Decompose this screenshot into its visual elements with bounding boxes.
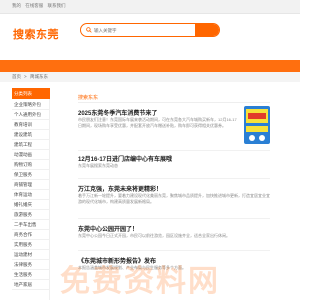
- article-item: 2025东莞冬季汽车消费节来了 市民朋友们注意！东莞国际车展来袭活动期间，可在东…: [78, 106, 270, 152]
- article-title[interactable]: 万江克强，东莞未来将更精彩！: [78, 184, 162, 193]
- sidebar-item[interactable]: 教育培训: [12, 120, 50, 130]
- sidebar-item[interactable]: 生活服务: [12, 270, 50, 280]
- search-icon: [86, 27, 92, 33]
- main-navbar: [0, 60, 300, 72]
- breadcrumb-home[interactable]: 首页: [12, 74, 21, 80]
- topbar-link-mine[interactable]: 我的: [12, 3, 21, 8]
- article-divider: [78, 150, 270, 151]
- sidebar-item[interactable]: 建设建筑: [12, 130, 50, 140]
- article-title[interactable]: 东莞中心公园开园了！: [78, 224, 138, 233]
- sidebar-item[interactable]: 实用服务: [12, 240, 50, 250]
- search-box: [80, 23, 220, 37]
- category-sidebar: 分类列表 企业策略外包 个人通用外包 教育培训 建设建筑 建筑工程 动漫动画 购…: [12, 88, 50, 300]
- sidebar-item[interactable]: 法律服务: [12, 260, 50, 270]
- breadcrumb: 首页 > 简城东东: [0, 72, 300, 82]
- section-title: 搜索东东: [78, 95, 99, 101]
- section-divider: [78, 102, 270, 103]
- site-logo[interactable]: 搜索东莞: [13, 26, 59, 42]
- breadcrumb-current: 简城东东: [30, 74, 48, 79]
- site-header: 搜索东莞: [0, 14, 300, 60]
- topbar-link-contact[interactable]: 联系我们: [48, 3, 66, 8]
- sidebar-item[interactable]: 旅游服务: [12, 210, 50, 220]
- sidebar-item[interactable]: 动漫动画: [12, 150, 50, 160]
- sidebar-item[interactable]: 体育运动: [12, 190, 50, 200]
- topbar-link-service[interactable]: 在线客服: [25, 3, 43, 8]
- article-desc: 着手万江新一轮提升，要着力建设现代化美丽东莞，聚焦城市品质提升，加快推进城市更新…: [78, 193, 270, 204]
- topbar-links: 我的 在线客服 联系我们: [12, 3, 69, 9]
- article-title[interactable]: 12月16-17日进门店编中心有车展哦: [78, 154, 172, 163]
- sidebar-item[interactable]: 商铺管理: [12, 180, 50, 190]
- article-divider: [78, 218, 270, 219]
- article-item: 12月16-17日进门店编中心有车展哦 东莞车展搜索东莞动态: [78, 154, 270, 184]
- breadcrumb-separator: >: [24, 74, 27, 79]
- sidebar-item[interactable]: 地产家居: [12, 280, 50, 290]
- sidebar-item[interactable]: 个人通用外包: [12, 110, 50, 120]
- sidebar-item[interactable]: 婚礼婚庆: [12, 200, 50, 210]
- search-input[interactable]: [94, 26, 184, 35]
- sidebar-item[interactable]: 企业策略外包: [12, 100, 50, 110]
- sidebar-item[interactable]: 商务合作: [12, 230, 50, 240]
- sidebar-item[interactable]: 购物订购: [12, 160, 50, 170]
- sidebar-item[interactable]: 保卫服务: [12, 170, 50, 180]
- search-button[interactable]: [195, 24, 219, 36]
- sidebar-item[interactable]: 运动建材: [12, 250, 50, 260]
- article-item: 东莞中心公园开园了！ 东莞中心公园今日正式开园，市民可以前往游览，园区设施齐全，…: [78, 224, 270, 254]
- article-divider: [78, 178, 270, 179]
- sidebar-item[interactable]: 建筑工程: [12, 140, 50, 150]
- article-thumbnail[interactable]: [244, 106, 270, 144]
- top-utility-bar: 我的 在线客服 联系我们: [0, 0, 300, 14]
- article-title[interactable]: 2025东莞冬季汽车消费节来了: [78, 108, 157, 117]
- article-desc: 东莞中心公园今日正式开园，市民可以前往游览，园区设施齐全，适合全家出行休闲。: [78, 233, 230, 238]
- article-divider: [78, 250, 270, 251]
- article-desc: 东莞车展搜索东莞动态: [78, 163, 118, 168]
- article-desc: 市民朋友们注意！东莞国际车展来袭活动期间，可在东莞各大汽车城购买新车，12月16…: [78, 117, 237, 128]
- sidebar-title: 分类列表: [12, 88, 50, 99]
- sidebar-item[interactable]: 二手车出售: [12, 220, 50, 230]
- watermark: 免费资料网: [60, 265, 220, 298]
